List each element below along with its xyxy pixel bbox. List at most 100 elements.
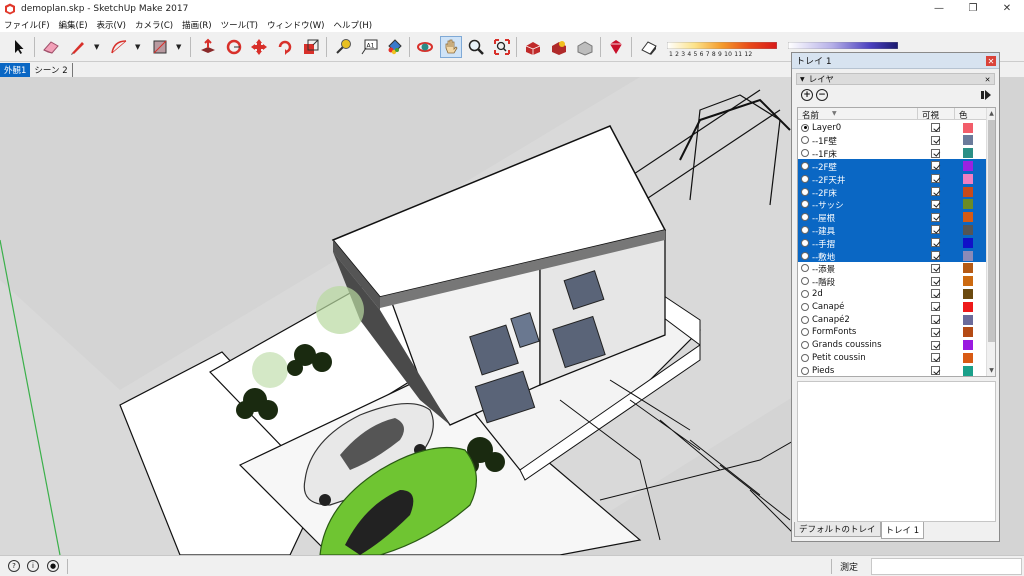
layer-visible-checkbox[interactable] — [931, 225, 940, 235]
close-button[interactable]: ✕ — [990, 0, 1024, 17]
rectangle-tool[interactable] — [149, 36, 171, 58]
layer-row[interactable]: Layer0 — [798, 121, 986, 134]
layers-scroll-thumb[interactable] — [988, 120, 995, 342]
layer-row[interactable]: 2d — [798, 287, 986, 300]
active-layer-radio[interactable] — [801, 149, 809, 158]
active-layer-radio[interactable] — [801, 264, 809, 273]
layer-name[interactable]: --1F床 — [812, 148, 837, 160]
layer-visible-checkbox[interactable] — [931, 302, 940, 312]
layer-color-swatch[interactable] — [963, 288, 973, 299]
ruby-console-button[interactable] — [605, 36, 627, 58]
minimize-button[interactable]: — — [922, 0, 956, 17]
move-tool[interactable] — [248, 36, 270, 58]
tray-title-bar[interactable]: トレイ 1 — [792, 53, 999, 69]
menu-tools[interactable]: ツール(T) — [221, 19, 258, 31]
layer-row[interactable]: --1F床 — [798, 147, 986, 160]
layer-color-swatch[interactable] — [963, 186, 973, 197]
add-layer-button[interactable]: + — [801, 89, 813, 101]
user-account-icon[interactable]: ● — [47, 560, 59, 572]
layer-row[interactable]: --2F床 — [798, 185, 986, 199]
layer-name[interactable]: Grands coussins — [812, 340, 882, 350]
layer-color-swatch[interactable] — [963, 224, 973, 235]
active-layer-radio[interactable] — [801, 225, 809, 234]
layer-row[interactable]: FormFonts — [798, 326, 986, 339]
active-layer-radio[interactable] — [801, 161, 809, 170]
rectangle-tool-dropdown[interactable]: ▼ — [176, 43, 181, 51]
follow-me-tool[interactable] — [274, 36, 296, 58]
shadow-time-scale[interactable] — [667, 42, 777, 49]
menu-edit[interactable]: 編集(E) — [59, 19, 88, 31]
layer-name[interactable]: Canapé — [812, 302, 844, 312]
menu-camera[interactable]: カメラ(C) — [135, 19, 173, 31]
layer-name[interactable]: --サッシ — [812, 199, 844, 211]
active-layer-radio[interactable] — [801, 123, 809, 132]
layer-visible-checkbox[interactable] — [931, 187, 940, 196]
active-layer-radio[interactable] — [801, 302, 809, 311]
active-layer-radio[interactable] — [801, 277, 809, 286]
layer-visible-checkbox[interactable] — [931, 212, 940, 222]
layer-visible-checkbox[interactable] — [931, 340, 940, 350]
layer-row[interactable]: --敷地 — [798, 249, 986, 263]
column-name[interactable]: 名前 — [802, 109, 819, 121]
layer-name[interactable]: Layer0 — [812, 123, 841, 133]
layer-color-swatch[interactable] — [963, 276, 973, 287]
layer-name[interactable]: Canapé2 — [812, 315, 850, 325]
layer-name[interactable]: --添景 — [812, 263, 835, 275]
layer-visible-checkbox[interactable] — [931, 123, 940, 132]
active-layer-radio[interactable] — [801, 341, 809, 350]
active-layer-radio[interactable] — [801, 315, 809, 324]
layer-row[interactable]: --添景 — [798, 262, 986, 275]
layer-color-swatch[interactable] — [963, 352, 973, 363]
menu-file[interactable]: ファイル(F) — [4, 19, 50, 31]
column-color[interactable]: 色 — [959, 109, 968, 121]
layer-row[interactable]: Grands coussins — [798, 339, 986, 352]
scroll-down-icon[interactable]: ▼ — [988, 366, 995, 374]
arc-tool[interactable] — [108, 36, 130, 58]
menu-view[interactable]: 表示(V) — [97, 19, 126, 31]
scroll-up-icon[interactable]: ▲ — [988, 109, 995, 117]
push-pull-tool[interactable] — [197, 36, 219, 58]
layer-color-swatch[interactable] — [963, 160, 973, 171]
scale-tool[interactable] — [300, 36, 322, 58]
layer-name[interactable]: FormFonts — [812, 327, 856, 337]
menu-draw[interactable]: 描画(R) — [182, 19, 212, 31]
layers-panel-close-button[interactable]: ✕ — [983, 75, 992, 84]
shadow-toggle-button[interactable] — [638, 36, 660, 58]
layer-color-swatch[interactable] — [963, 301, 973, 312]
layer-name[interactable]: --屋根 — [812, 212, 835, 224]
layer-row[interactable]: --屋根 — [798, 210, 986, 224]
layer-details-icon[interactable] — [980, 89, 992, 101]
layer-row[interactable]: Petit coussin — [798, 351, 986, 364]
layers-panel-header[interactable]: ▼ レイヤ ✕ — [796, 73, 995, 85]
layer-name[interactable]: --1F壁 — [812, 135, 837, 147]
active-layer-radio[interactable] — [801, 238, 809, 247]
credits-icon[interactable]: i — [27, 560, 39, 572]
tray-tab-default[interactable]: デフォルトのトレイ — [794, 522, 881, 537]
column-visible[interactable]: 可視 — [922, 109, 939, 121]
line-tool[interactable] — [67, 36, 89, 58]
layer-row[interactable]: --手摺 — [798, 236, 986, 250]
geo-location-icon[interactable]: ? — [8, 560, 20, 572]
layer-visible-checkbox[interactable] — [931, 327, 940, 337]
select-tool[interactable] — [8, 36, 30, 58]
layer-visible-checkbox[interactable] — [931, 353, 940, 363]
layer-color-swatch[interactable] — [963, 199, 973, 210]
tray-tab-tray-1[interactable]: トレイ 1 — [880, 522, 925, 539]
layer-visible-checkbox[interactable] — [931, 263, 940, 273]
layer-color-swatch[interactable] — [963, 263, 973, 274]
layer-name[interactable]: --2F床 — [812, 187, 837, 199]
layer-visible-checkbox[interactable] — [931, 148, 940, 158]
layer-visible-checkbox[interactable] — [931, 276, 940, 286]
layer-color-swatch[interactable] — [963, 173, 973, 184]
layer-name[interactable]: --2F壁 — [812, 161, 837, 173]
active-layer-radio[interactable] — [801, 328, 809, 337]
paint-bucket-tool[interactable] — [383, 36, 405, 58]
layer-row[interactable]: Canapé — [798, 300, 986, 313]
layer-color-swatch[interactable] — [963, 122, 973, 133]
active-layer-radio[interactable] — [801, 251, 809, 260]
active-layer-radio[interactable] — [801, 366, 809, 375]
eraser-tool[interactable] — [40, 36, 62, 58]
layer-visible-checkbox[interactable] — [931, 238, 940, 248]
layer-color-swatch[interactable] — [963, 314, 973, 325]
layer-row[interactable]: --1F壁 — [798, 134, 986, 147]
